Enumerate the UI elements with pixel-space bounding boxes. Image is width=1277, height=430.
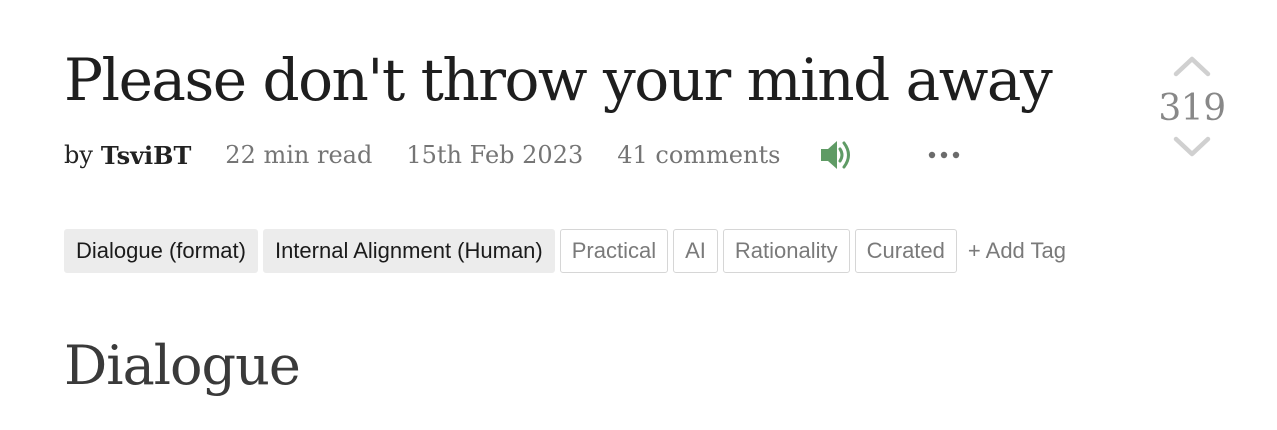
tag-curated[interactable]: Curated bbox=[854, 229, 957, 273]
vote-score: 319 bbox=[1158, 88, 1226, 129]
speaker-icon[interactable] bbox=[818, 135, 858, 175]
tag-dialogue-format[interactable]: Dialogue (format) bbox=[64, 229, 258, 273]
post-date[interactable]: 15th Feb 2023 bbox=[406, 141, 583, 169]
tag-internal-alignment-human[interactable]: Internal Alignment (Human) bbox=[262, 229, 555, 273]
author-link[interactable]: TsviBT bbox=[101, 141, 191, 170]
tag-list: Dialogue (format) Internal Alignment (Hu… bbox=[64, 229, 1066, 273]
add-tag-button[interactable]: + Add Tag bbox=[968, 238, 1066, 264]
comments-link[interactable]: 41 comments bbox=[617, 141, 780, 169]
post-page: Please don't throw your mind away by Tsv… bbox=[0, 0, 1277, 430]
by-label: by bbox=[64, 141, 93, 169]
tag-rationality[interactable]: Rationality bbox=[722, 229, 850, 273]
vote-widget: 319 bbox=[1158, 52, 1226, 166]
ellipsis-icon[interactable] bbox=[928, 135, 962, 175]
tag-ai[interactable]: AI bbox=[673, 229, 718, 273]
chevron-down-icon[interactable] bbox=[1158, 135, 1226, 166]
post-title: Please don't throw your mind away bbox=[64, 46, 1053, 114]
tag-practical[interactable]: Practical bbox=[559, 229, 669, 273]
section-heading: Dialogue bbox=[64, 334, 301, 397]
read-time: 22 min read bbox=[225, 141, 373, 169]
post-meta: by TsviBT 22 min read 15th Feb 2023 41 c… bbox=[64, 134, 962, 176]
chevron-up-icon[interactable] bbox=[1158, 52, 1226, 83]
